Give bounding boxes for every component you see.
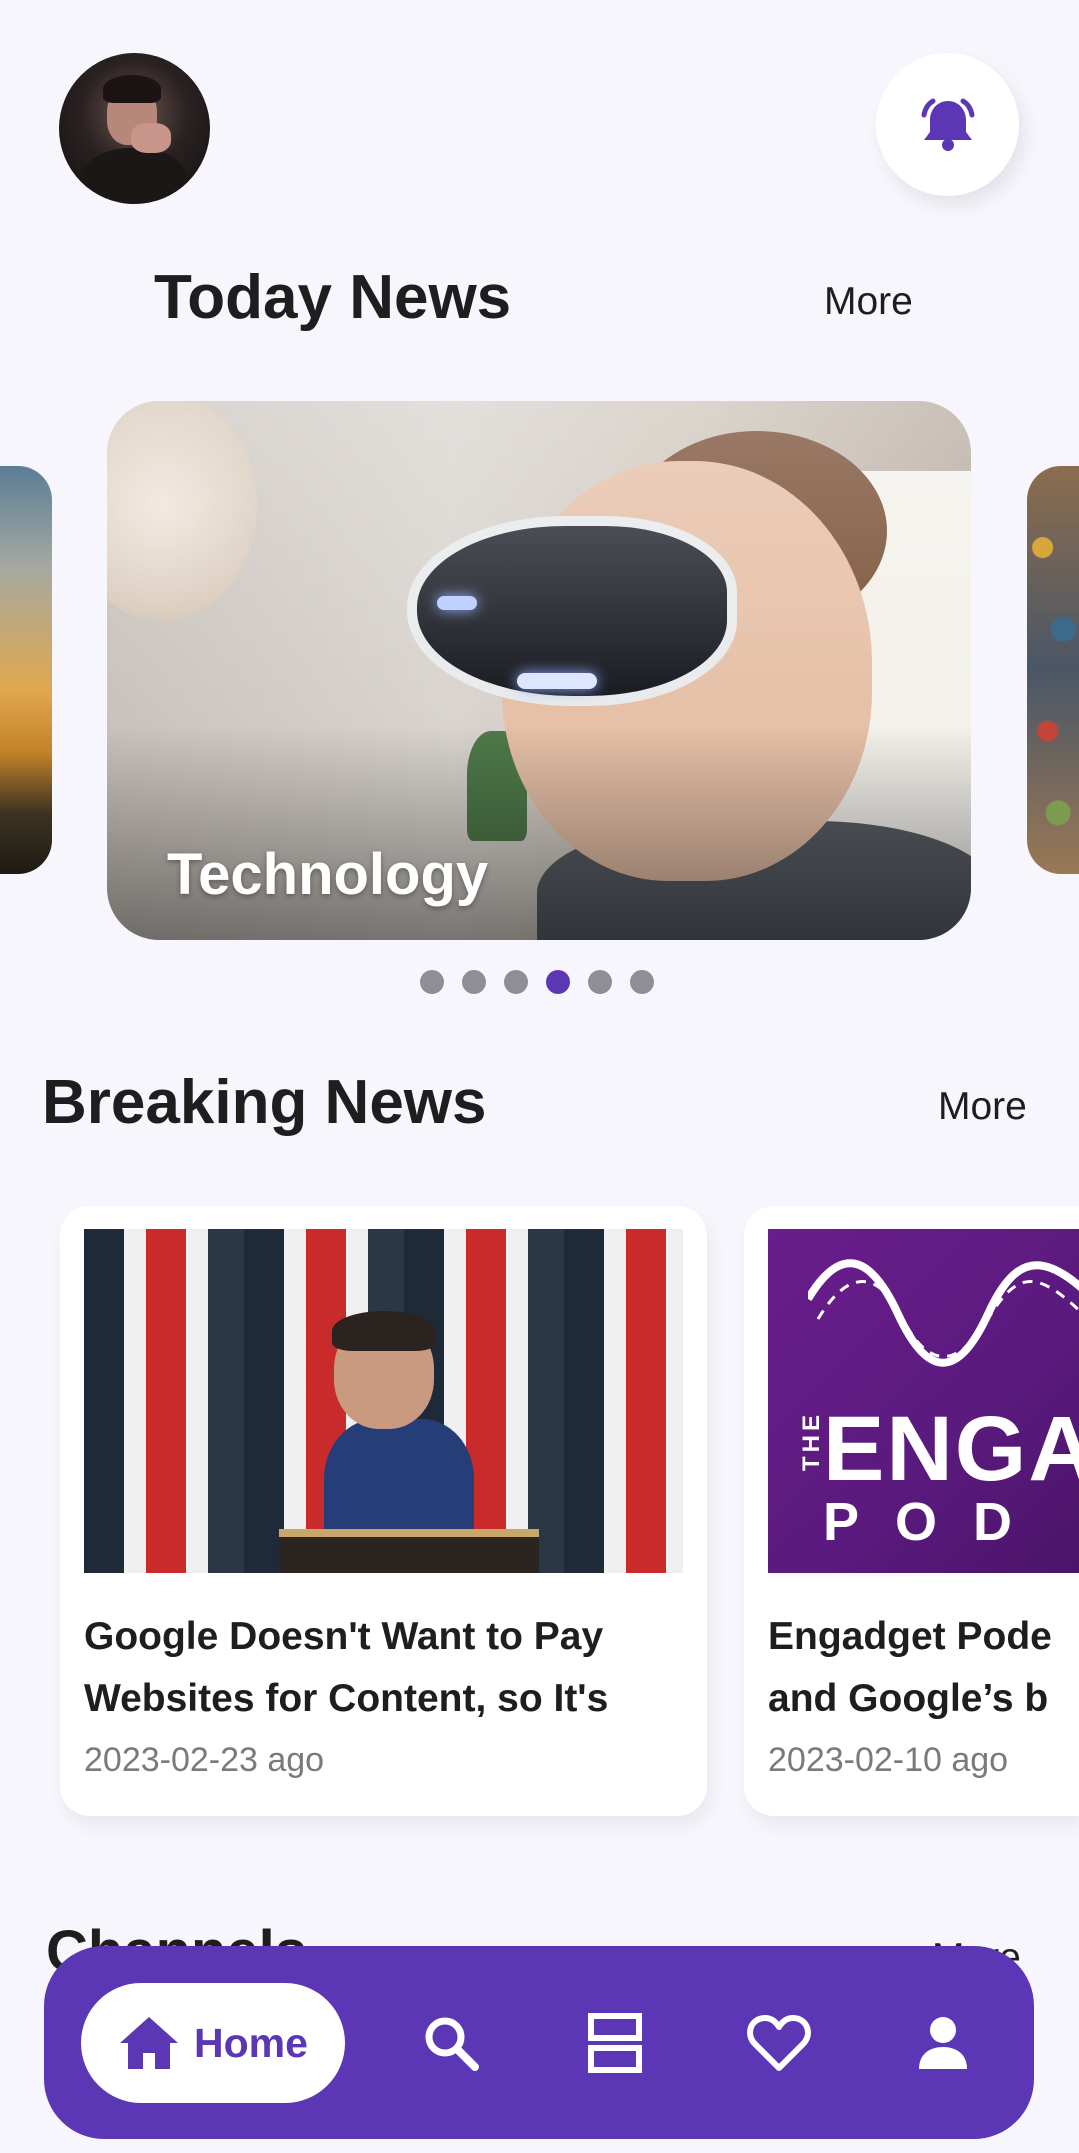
nav-feed-button[interactable] <box>580 2008 650 2078</box>
avatar[interactable] <box>59 53 210 204</box>
breaking-news-title: Breaking News <box>42 1068 487 1137</box>
news-card[interactable]: Google Doesn't Want to Pay Websites for … <box>60 1206 707 1816</box>
nav-profile-button[interactable] <box>908 2008 978 2078</box>
carousel-dot-active[interactable] <box>546 970 570 994</box>
heart-icon <box>747 2015 811 2071</box>
today-news-title: Today News <box>154 263 512 332</box>
carousel-dot[interactable] <box>462 970 486 994</box>
nav-home-label: Home <box>194 2019 308 2066</box>
carousel-prev-card[interactable] <box>0 466 52 874</box>
news-card-image: THE ENGA POD <box>768 1229 1079 1573</box>
search-icon <box>425 2017 479 2071</box>
news-card-title: Engadget Pode and Google’s b <box>768 1615 1052 1720</box>
carousel-dot[interactable] <box>630 970 654 994</box>
carousel-dot[interactable] <box>420 970 444 994</box>
news-card[interactable]: THE ENGA POD Engadget Pode and Google’s … <box>744 1206 1079 1816</box>
featured-news-card[interactable]: Technology <box>107 401 971 940</box>
notification-button[interactable] <box>876 53 1019 196</box>
news-card-title: Google Doesn't Want to Pay Websites for … <box>84 1615 609 1720</box>
profile-icon <box>919 2017 967 2069</box>
nav-favorites-button[interactable] <box>744 2008 814 2078</box>
bottom-navigation: Home <box>44 1946 1034 2139</box>
nav-search-button[interactable] <box>416 2008 486 2078</box>
carousel-dot[interactable] <box>504 970 528 994</box>
bell-icon <box>921 98 974 151</box>
today-news-more-link[interactable]: More <box>824 280 913 324</box>
nav-home-button[interactable]: Home <box>81 1983 345 2103</box>
carousel-dot[interactable] <box>588 970 612 994</box>
breaking-news-more-link[interactable]: More <box>938 1085 1027 1129</box>
featured-category-label: Technology <box>167 842 489 907</box>
carousel-next-card[interactable] <box>1027 466 1079 874</box>
home-icon <box>120 2017 179 2069</box>
news-card-date: 2023-02-10 ago <box>768 1741 1009 1779</box>
news-card-image <box>84 1229 683 1573</box>
carousel-indicator <box>420 970 654 994</box>
grid-icon <box>588 2013 642 2073</box>
news-card-date: 2023-02-23 ago <box>84 1741 325 1779</box>
